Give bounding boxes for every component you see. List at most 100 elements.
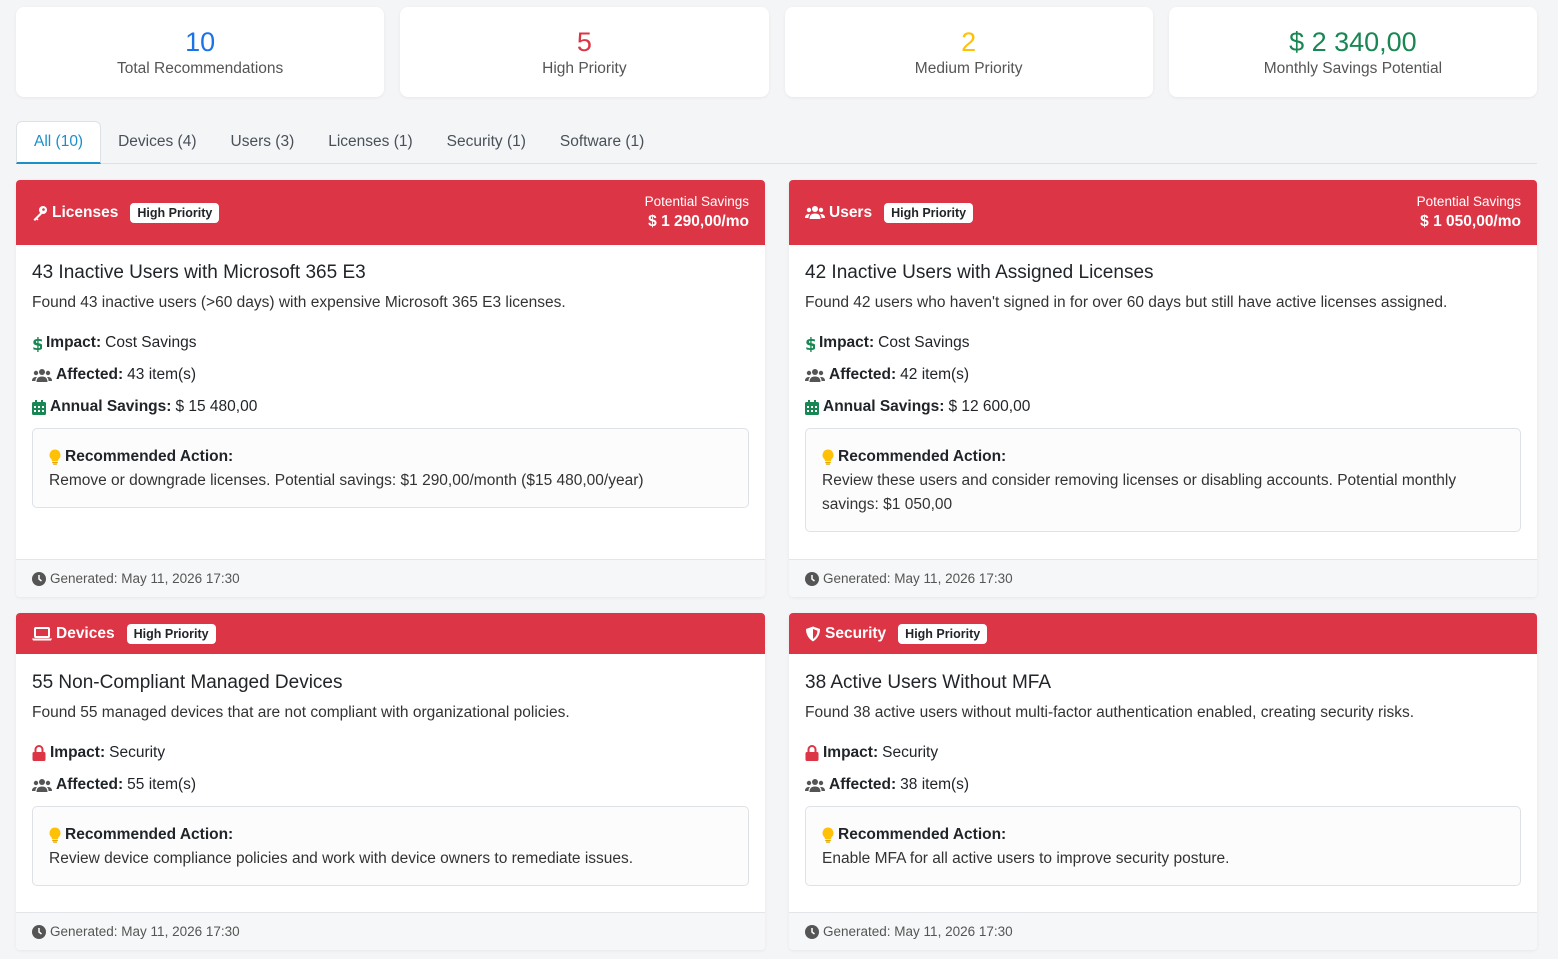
tab-users[interactable]: Users (3): [214, 121, 312, 164]
tab-all[interactable]: All (10): [16, 121, 102, 164]
annual-savings-value: $ 12 600,00: [948, 398, 1031, 415]
potential-savings: Potential Savings $ 1 290,00/mo: [645, 193, 749, 233]
laptop-icon: [32, 626, 52, 640]
annual-savings-row: Annual Savings: $ 12 600,00: [805, 396, 1521, 418]
lightbulb-icon: [822, 449, 834, 465]
tab-software[interactable]: Software (1): [543, 121, 661, 164]
clock-icon: [805, 571, 819, 586]
priority-badge: High Priority: [130, 202, 220, 223]
calendar-icon: [805, 399, 819, 415]
card-footer: Generated: May 11, 2026 17:30: [789, 559, 1537, 597]
generated-timestamp: Generated: May 11, 2026 17:30: [823, 924, 1013, 939]
recommended-action-text: Remove or downgrade licenses. Potential …: [49, 472, 644, 489]
card-title: 43 Inactive Users with Microsoft 365 E3: [32, 262, 366, 283]
lightbulb-icon: [822, 827, 834, 843]
priority-badge: High Priority: [884, 202, 974, 223]
stat-label: Monthly Savings Potential: [1263, 60, 1443, 77]
users-icon: [805, 368, 825, 382]
dollar-icon: $: [805, 335, 815, 352]
card-header: Security High Priority: [789, 613, 1537, 654]
impact-value: Cost Savings: [105, 334, 197, 351]
card-description: Found 42 users who haven't signed in for…: [805, 294, 1448, 311]
card-title: 42 Inactive Users with Assigned Licenses: [805, 262, 1154, 283]
stat-label: Total Recommendations: [116, 60, 284, 77]
impact-row: Impact: Security: [805, 742, 1521, 764]
clock-icon: [32, 924, 46, 939]
card-header: Devices High Priority: [16, 613, 765, 654]
card-category: Devices: [32, 625, 115, 643]
stat-value: 10: [185, 27, 216, 57]
tab-security[interactable]: Security (1): [430, 121, 543, 164]
lightbulb-icon: [49, 827, 61, 843]
card-category: Security: [805, 625, 886, 643]
impact-value: Cost Savings: [878, 334, 970, 351]
annual-savings-row: Annual Savings: $ 15 480,00: [32, 396, 749, 418]
stat-high-priority: 5 High Priority: [400, 7, 769, 97]
card-header: Users High Priority Potential Savings $ …: [789, 180, 1537, 245]
stat-label: Medium Priority: [914, 60, 1023, 77]
stat-value: 5: [576, 27, 592, 57]
dollar-icon: $: [32, 335, 42, 352]
affected-value: 43 item(s): [127, 366, 197, 383]
category-label: Licenses: [52, 203, 119, 221]
recommended-action-box: Recommended Action: Review device compli…: [32, 806, 749, 886]
category-label: Devices: [56, 624, 115, 642]
card-title: 55 Non-Compliant Managed Devices: [32, 672, 343, 693]
savings-label: Potential Savings: [1416, 193, 1521, 209]
card-description: Found 43 inactive users (>60 days) with …: [32, 294, 566, 311]
lock-icon: [805, 745, 819, 761]
card-footer: Generated: May 11, 2026 17:30: [16, 559, 765, 597]
card-header: Licenses High Priority Potential Savings…: [16, 180, 765, 245]
affected-row: Affected: 43 item(s): [32, 364, 749, 386]
users-icon: [32, 368, 52, 382]
stat-total-recommendations: 10 Total Recommendations: [16, 7, 385, 97]
recommended-action-text: Review device compliance policies and wo…: [49, 850, 634, 867]
affected-value: 38 item(s): [900, 776, 970, 793]
savings-value: $ 1 050,00/mo: [1420, 212, 1521, 230]
impact-row: $ Impact: Cost Savings: [32, 332, 749, 354]
recommendation-card-users: Users High Priority Potential Savings $ …: [789, 180, 1537, 597]
impact-value: Security: [109, 744, 166, 761]
svg-text:$: $: [805, 335, 815, 352]
recommended-action-box: Recommended Action: Review these users a…: [805, 428, 1521, 532]
priority-badge: High Priority: [126, 623, 216, 644]
calendar-icon: [32, 399, 46, 415]
recommendation-card-security: Security High Priority 38 Active Users W…: [789, 613, 1537, 950]
lock-icon: [32, 745, 46, 761]
card-footer: Generated: May 11, 2026 17:30: [789, 912, 1537, 950]
impact-value: Security: [882, 744, 939, 761]
users-icon: [805, 778, 825, 792]
generated-timestamp: Generated: May 11, 2026 17:30: [823, 571, 1013, 586]
recommended-action-text: Enable MFA for all active users to impro…: [822, 850, 1230, 867]
category-tabs: All (10) Devices (4) Users (3) Licenses …: [16, 121, 1537, 164]
users-icon: [32, 778, 52, 792]
affected-value: 55 item(s): [127, 776, 197, 793]
priority-badge: High Priority: [898, 623, 988, 644]
tab-licenses[interactable]: Licenses (1): [311, 121, 429, 164]
affected-row: Affected: 55 item(s): [32, 774, 749, 796]
card-footer: Generated: May 11, 2026 17:30: [16, 912, 765, 950]
category-label: Security: [825, 624, 887, 642]
recommended-action-box: Recommended Action: Enable MFA for all a…: [805, 806, 1521, 886]
stats-row: 10 Total Recommendations 5 High Priority…: [16, 7, 1537, 97]
card-description: Found 38 active users without multi-fact…: [805, 704, 1415, 721]
generated-timestamp: Generated: May 11, 2026 17:30: [50, 924, 240, 939]
users-icon: [805, 206, 825, 219]
affected-row: Affected: 42 item(s): [805, 364, 1521, 386]
card-title: 38 Active Users Without MFA: [805, 672, 1052, 693]
potential-savings: Potential Savings $ 1 050,00/mo: [1417, 193, 1521, 233]
clock-icon: [32, 571, 46, 586]
tab-devices[interactable]: Devices (4): [101, 121, 213, 164]
lightbulb-icon: [49, 449, 61, 465]
annual-savings-value: $ 15 480,00: [175, 398, 258, 415]
affected-value: 42 item(s): [900, 366, 970, 383]
card-description: Found 55 managed devices that are not co…: [32, 704, 570, 721]
stat-value: 2: [961, 27, 977, 57]
key-icon: [33, 205, 47, 221]
savings-value: $ 1 290,00/mo: [648, 212, 749, 230]
recommendation-card-licenses: Licenses High Priority Potential Savings…: [16, 180, 765, 597]
recommended-action-text: Review these users and consider removing…: [822, 472, 1457, 513]
affected-row: Affected: 38 item(s): [805, 774, 1521, 796]
stat-label: High Priority: [542, 60, 627, 77]
generated-timestamp: Generated: May 11, 2026 17:30: [50, 571, 240, 586]
